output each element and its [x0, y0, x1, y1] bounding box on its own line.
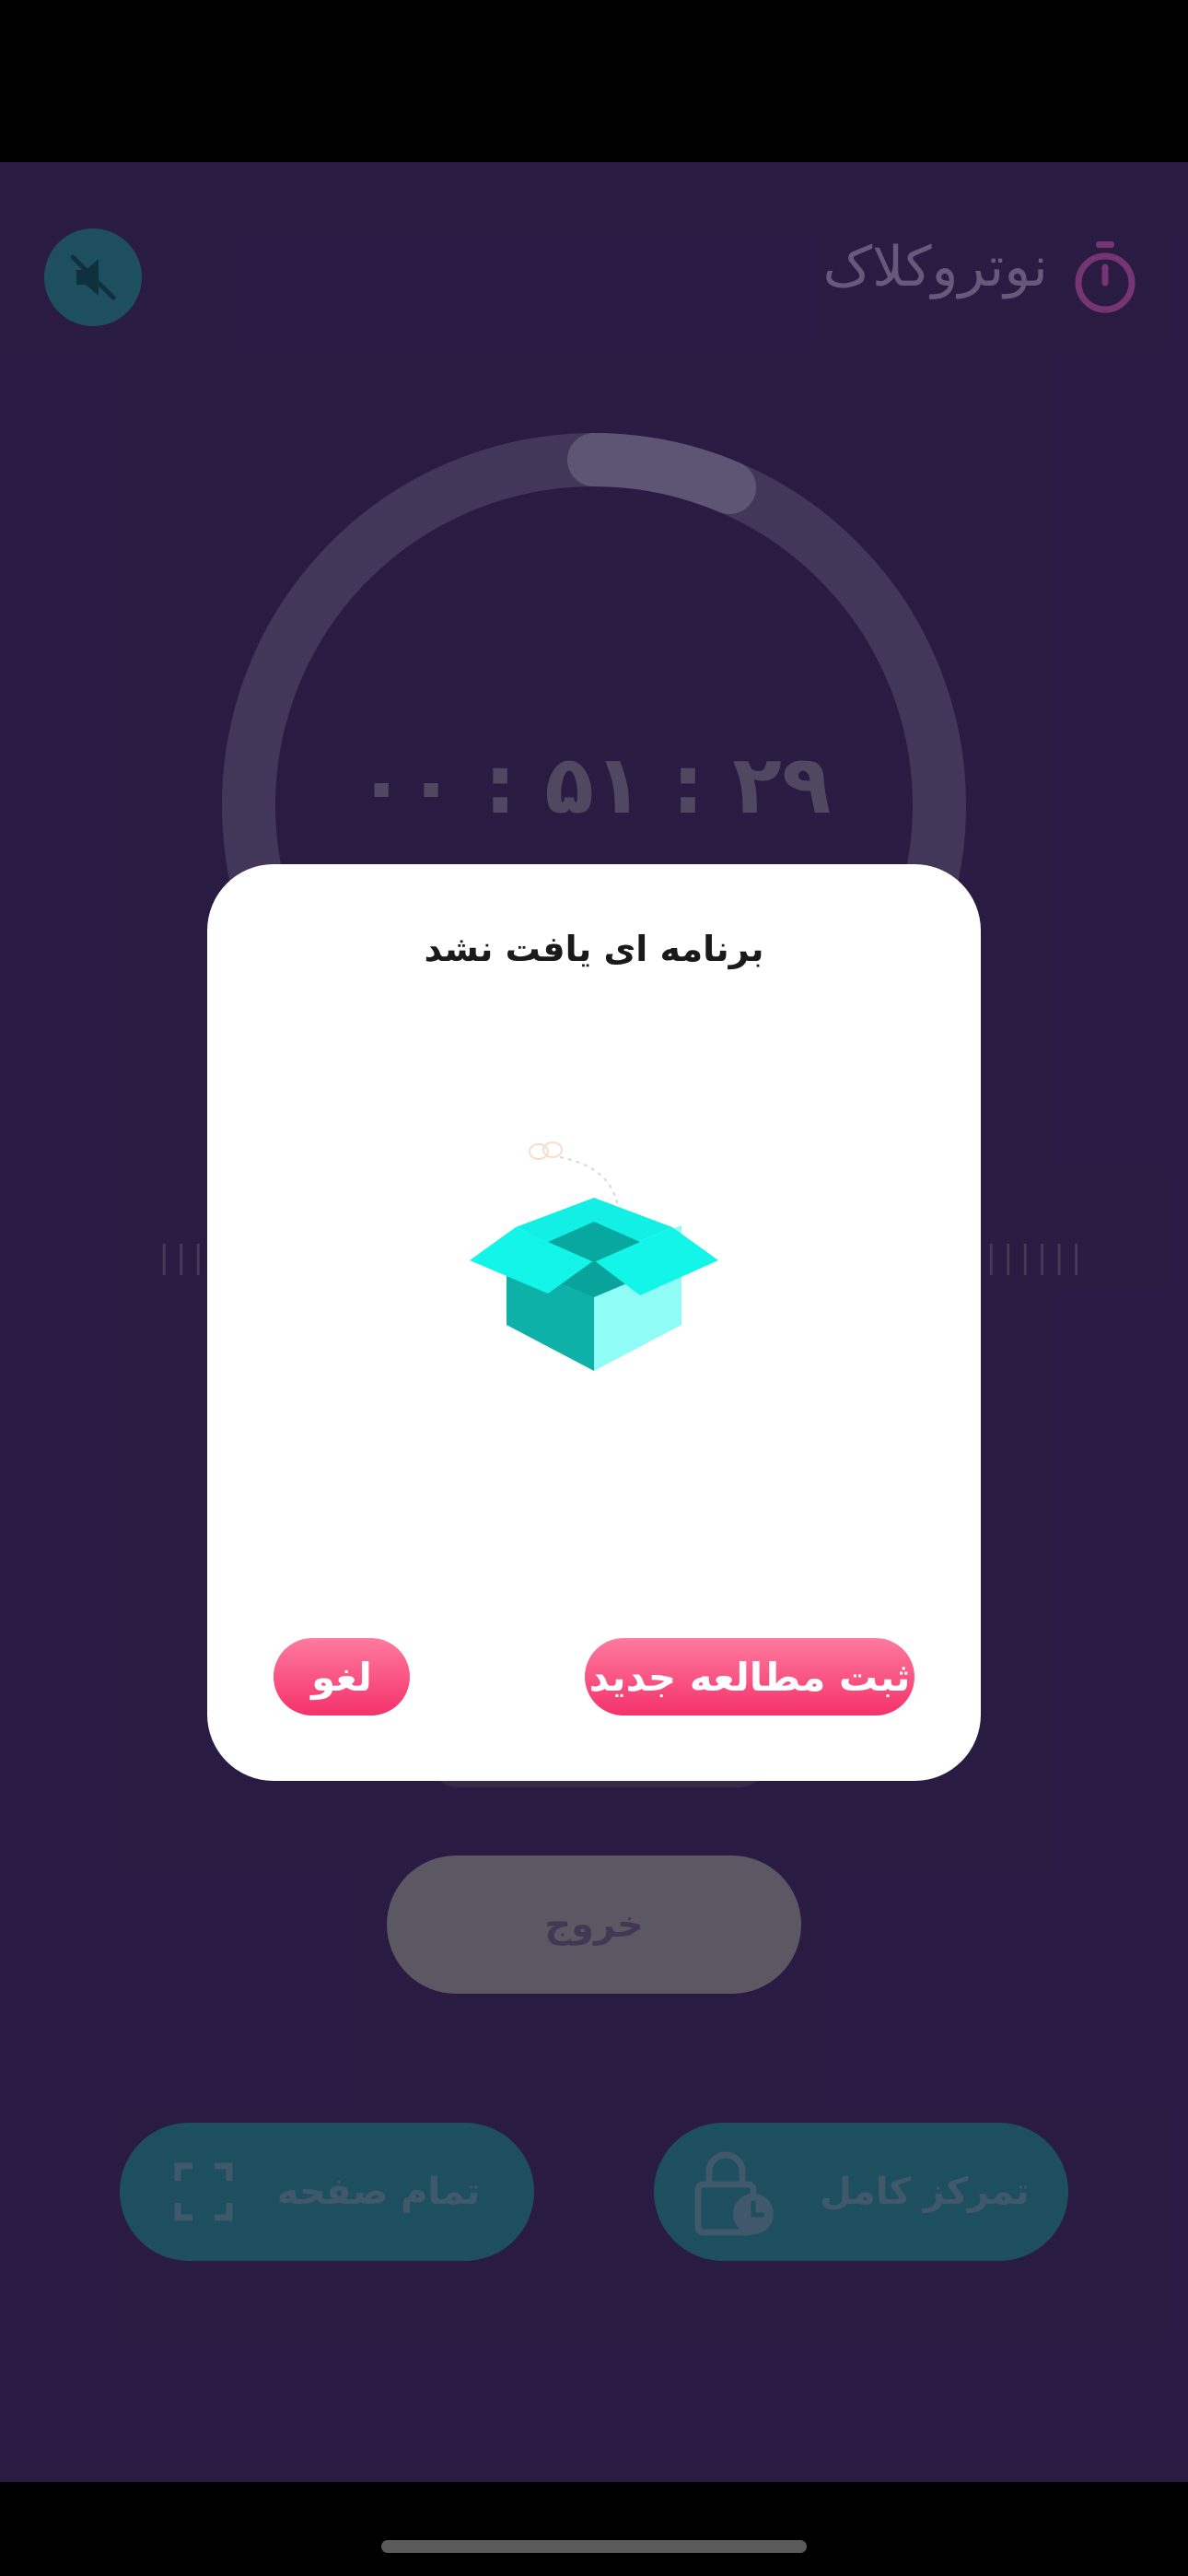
cancel-label: لغو — [311, 1654, 372, 1700]
home-indicator[interactable] — [381, 2540, 807, 2553]
dialog-title: برنامه ای یافت نشد — [424, 929, 764, 969]
cancel-button[interactable]: لغو — [274, 1638, 410, 1715]
empty-box-illustration — [470, 1142, 718, 1371]
new-study-label: ثبت مطالعه جدید — [588, 1654, 911, 1700]
no-program-dialog: برنامه ای یافت نشد لغو ثبت مطالعه جدید — [207, 864, 981, 1781]
home-bar-area — [0, 2482, 1188, 2576]
new-study-button[interactable]: ثبت مطالعه جدید — [585, 1638, 914, 1715]
